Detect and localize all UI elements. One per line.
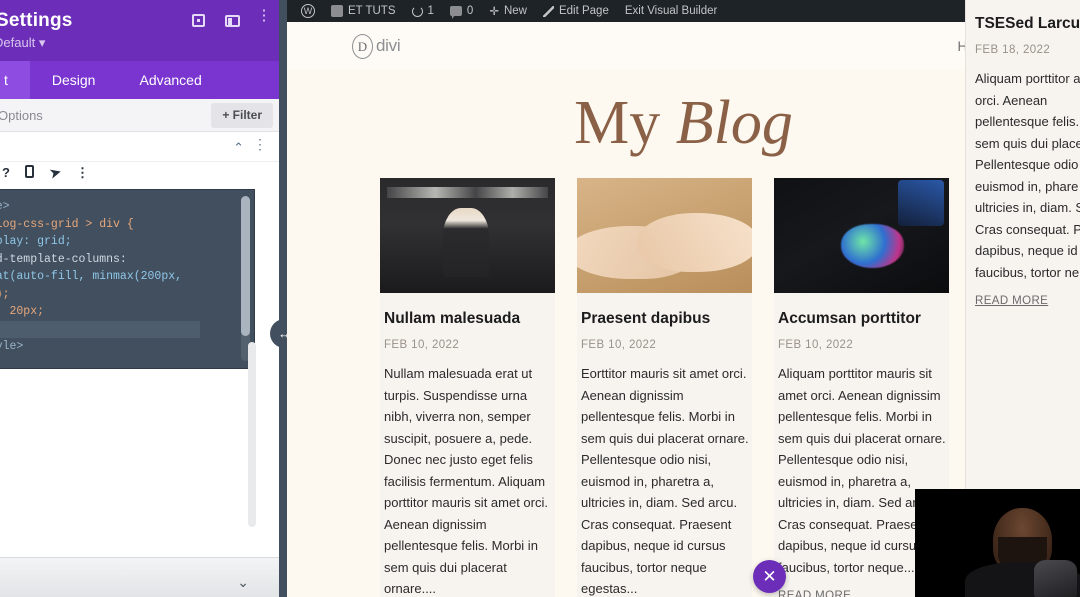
preset-selector[interactable]: Default ▾ [0, 35, 45, 51]
layout-toggle-icon[interactable] [222, 14, 242, 30]
post-date: FEB 10, 2022 [384, 339, 460, 352]
blog-grid: Nullam malesuada FEB 10, 2022 Nullam mal… [380, 178, 949, 597]
code-line: epeat(auto-fill, minmax(200px, [0, 270, 183, 283]
post-title[interactable]: Accumsan porttitor [778, 309, 949, 328]
code-line: gap: 20px; [0, 305, 45, 318]
updates-count-label: 1 [427, 5, 434, 17]
post-body: Praesent dapibus FEB 10, 2022 Eorttitor … [577, 293, 752, 597]
preset-label: Default [0, 35, 36, 50]
edit-page-label: Edit Page [558, 5, 609, 17]
holding-hands-image [577, 178, 752, 293]
post-date: FEB 10, 2022 [778, 339, 854, 352]
code-line: /style> [0, 339, 24, 353]
comments-menu[interactable]: 0 [442, 0, 481, 22]
edit-page-link[interactable]: Edit Page [535, 0, 617, 22]
read-more-link[interactable]: READ MORE [778, 590, 851, 597]
post-title[interactable]: Praesent dapibus [581, 309, 752, 328]
code-line: t-blog-css-grid > div { [0, 217, 134, 231]
code-line: fr)); [0, 287, 10, 301]
options-search-bar[interactable]: Options + Filter [0, 99, 279, 132]
blog-post-card[interactable]: Nullam malesuada FEB 10, 2022 Nullam mal… [380, 178, 555, 597]
blog-title-part1: My [574, 89, 676, 157]
new-label: New [503, 5, 527, 17]
divi-logo-text: divi [376, 36, 401, 55]
panel-scrollbar[interactable] [248, 342, 256, 527]
collapsed-section-1[interactable]: ⌄ [0, 557, 279, 597]
panel-divider [279, 0, 287, 597]
wordpress-logo-icon[interactable]: W [293, 0, 323, 22]
microphone [1033, 560, 1077, 597]
plus-icon: ✛ [489, 6, 499, 18]
close-button[interactable]: ✕ [753, 560, 786, 593]
code-more-icon[interactable]: ⋮ [76, 165, 89, 181]
fullscreen-icon[interactable] [188, 14, 208, 30]
code-line: tyle> [0, 200, 10, 213]
site-name-menu[interactable]: ET TUTS [323, 0, 404, 22]
wordpress-admin-bar: W ET TUTS 1 0 ✛ New Edit Page Exit Visua… [287, 0, 1080, 22]
blog-page-title: My Blog [287, 92, 1080, 154]
code-section-header: ⌃ ⋮ [0, 132, 279, 162]
exit-visual-builder-link[interactable]: Exit Visual Builder [617, 0, 725, 22]
tab-advanced[interactable]: Advanced [117, 61, 223, 99]
post-title[interactable]: Nullam malesuada [384, 309, 555, 328]
tab-design[interactable]: Design [30, 61, 118, 99]
pencil-icon [542, 5, 554, 17]
cursor-icon[interactable]: ➤ [48, 164, 63, 182]
post-excerpt: Nullam malesuada erat ut turpis. Suspend… [384, 366, 548, 597]
chevron-down-icon: ▾ [38, 35, 46, 50]
settings-tabs: t Design Advanced [0, 61, 279, 99]
search-input[interactable]: Options [0, 108, 43, 123]
code-editor-toolbar: ? ➤ ⋮ [0, 162, 279, 188]
settings-panel-header: Settings Default ▾ ⋮ [0, 0, 279, 61]
code-line-selected [0, 320, 200, 338]
help-icon[interactable]: ? [2, 165, 10, 180]
more-options-icon[interactable]: ⋮ [254, 8, 274, 23]
updates-menu[interactable]: 1 [404, 0, 442, 22]
chevron-up-icon[interactable]: ⌃ [233, 140, 244, 156]
blog-title-part2: Blog [675, 89, 793, 157]
post-thumbnail[interactable] [577, 178, 752, 293]
comment-icon [449, 6, 462, 19]
new-content-menu[interactable]: ✛ New [481, 0, 535, 22]
site-header: D divi Home Contact [287, 22, 1080, 70]
divi-logo[interactable]: D divi [352, 33, 401, 59]
code-line: grid-template-columns: [0, 252, 127, 266]
gaming-mouse-image [774, 178, 949, 293]
divi-settings-panel: Settings Default ▾ ⋮ t Design Advanced O… [0, 0, 279, 597]
blog-post-card[interactable]: Praesent dapibus FEB 10, 2022 Eorttitor … [577, 178, 752, 597]
post-thumbnail[interactable] [774, 178, 949, 293]
post-title[interactable]: TSESed Larcu [975, 14, 1080, 33]
chevron-down-icon: ⌄ [237, 574, 249, 590]
read-more-link[interactable]: READ MORE [975, 295, 1048, 307]
post-body: Nullam malesuada FEB 10, 2022 Nullam mal… [380, 293, 555, 597]
post-excerpt: Aliquam porttitor amet orci. Aenean pell… [975, 71, 1080, 280]
tab-content[interactable]: t [0, 61, 30, 99]
post-date: FEB 10, 2022 [581, 339, 657, 352]
page-title: Settings [0, 10, 73, 31]
section-more-icon[interactable]: ⋮ [253, 136, 267, 153]
site-name-label: ET TUTS [348, 5, 396, 17]
site-icon [331, 5, 343, 17]
refresh-icon [411, 5, 423, 17]
post-excerpt: Eorttitor mauris sit amet orci. Aenean d… [581, 366, 749, 597]
filter-button[interactable]: + Filter [211, 103, 273, 128]
mobile-preview-icon[interactable] [25, 165, 34, 181]
settings-panel-body: ⌃ ⋮ ? ➤ ⋮ tyle> t-blog-css-grid > div { … [0, 132, 279, 597]
webcam-overlay [915, 489, 1080, 597]
code-editor-scrollbar[interactable] [241, 196, 250, 361]
post-date: FEB 18, 2022 [975, 44, 1051, 57]
code-line: display: grid; [0, 235, 72, 248]
chef-in-kitchen-image [380, 178, 555, 293]
custom-css-code-editor[interactable]: tyle> t-blog-css-grid > div { display: g… [0, 189, 255, 369]
post-thumbnail[interactable] [380, 178, 555, 293]
divi-mark-icon: D [352, 33, 373, 59]
comments-count-label: 0 [466, 5, 474, 17]
